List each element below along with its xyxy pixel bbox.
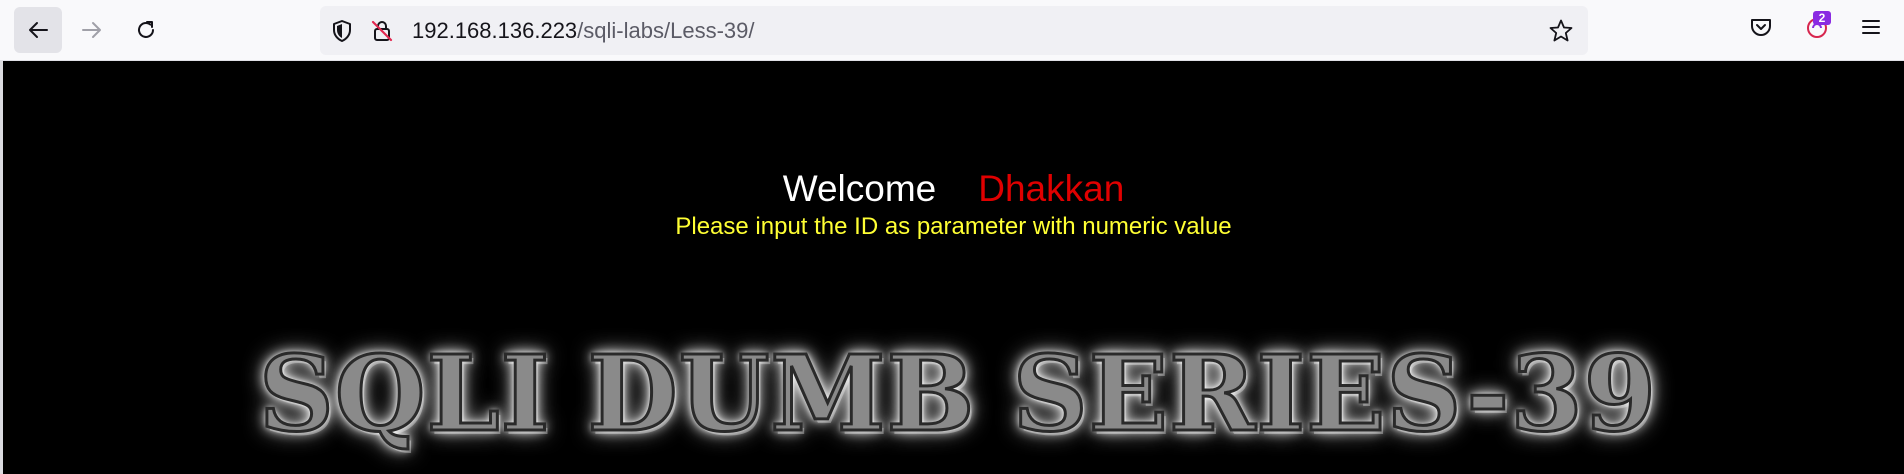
insecure-lock-icon[interactable] [370,19,394,43]
address-bar[interactable]: 192.168.136.223/sqli-labs/Less-39/ [320,6,1588,55]
forward-button[interactable] [68,7,116,53]
shield-icon[interactable] [331,19,353,43]
back-button[interactable] [14,7,62,53]
series-banner: SQLI DUMB SERIES-39 [257,331,1658,457]
instruction-text: Please input the ID as parameter with nu… [675,213,1232,240]
page-content: Welcome Dhakkan Please input the ID as pa… [3,61,1904,474]
reload-icon [138,21,154,38]
back-arrow-icon [29,22,48,38]
bookmark-star-icon[interactable] [1548,18,1574,44]
pocket-icon[interactable] [1749,15,1773,39]
welcome-heading: Welcome Dhakkan [3,167,1904,211]
url-path: /sqli-labs/Less-39/ [577,18,755,43]
forward-arrow-icon [82,22,101,38]
url-text[interactable]: 192.168.136.223/sqli-labs/Less-39/ [412,17,754,44]
url-host: 192.168.136.223 [412,18,578,43]
browser-toolbar: 192.168.136.223/sqli-labs/Less-39/ 2 [0,0,1904,61]
welcome-label: Welcome [782,168,937,209]
hamburger-menu-icon[interactable] [1859,15,1883,39]
notification-badge: 2 [1813,11,1831,25]
welcome-name: Dhakkan [978,168,1125,209]
reload-button[interactable] [122,7,170,53]
